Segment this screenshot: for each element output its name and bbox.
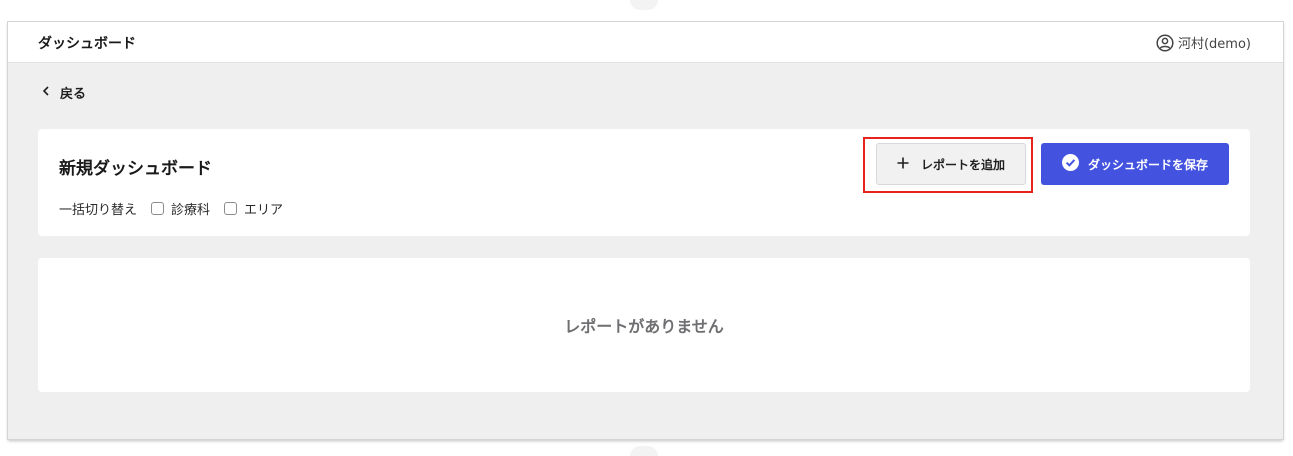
app-title: ダッシュボード (38, 36, 136, 52)
dashboard-title: 新規ダッシュボード (59, 159, 212, 179)
app-window: ダッシュボード 河村(demo) 戻る 新規ダッシュボード 一括切り替え 診療科… (8, 22, 1283, 439)
user-menu[interactable]: 河村(demo) (1156, 33, 1251, 52)
save-dashboard-button[interactable]: ダッシュボードを保存 (1041, 143, 1229, 185)
window-top-decoration (630, 0, 658, 10)
back-label: 戻る (60, 87, 87, 102)
back-link[interactable]: 戻る (42, 83, 86, 102)
bulk-toggle-row: 一括切り替え 診療科 エリア (59, 199, 297, 218)
filter-label-area: エリア (244, 203, 284, 218)
plus-icon (897, 157, 909, 172)
reports-area: レポートがありません (38, 258, 1250, 392)
chevron-left-icon (42, 85, 50, 100)
window-bottom-decoration (630, 446, 658, 456)
user-name: 河村(demo) (1177, 37, 1251, 52)
save-dashboard-label: ダッシュボードを保存 (1087, 157, 1208, 172)
empty-reports-message: レポートがありません (564, 317, 724, 336)
filter-checkbox-department[interactable]: 診療科 (151, 199, 210, 218)
user-circle-icon (1156, 33, 1174, 52)
filter-label-department: 診療科 (171, 203, 211, 218)
bulk-toggle-label: 一括切り替え (59, 203, 138, 218)
checkbox[interactable] (224, 202, 238, 215)
check-circle-icon (1061, 154, 1079, 174)
checkbox[interactable] (151, 202, 165, 215)
filter-checkbox-area[interactable]: エリア (224, 199, 283, 218)
add-report-label: レポートを追加 (920, 157, 1005, 172)
top-bar: ダッシュボード 河村(demo) (8, 22, 1283, 63)
add-report-button[interactable]: レポートを追加 (876, 143, 1026, 185)
dashboard-header-card: 新規ダッシュボード 一括切り替え 診療科 エリア レポートを追加 ダッシュボード… (38, 129, 1250, 236)
